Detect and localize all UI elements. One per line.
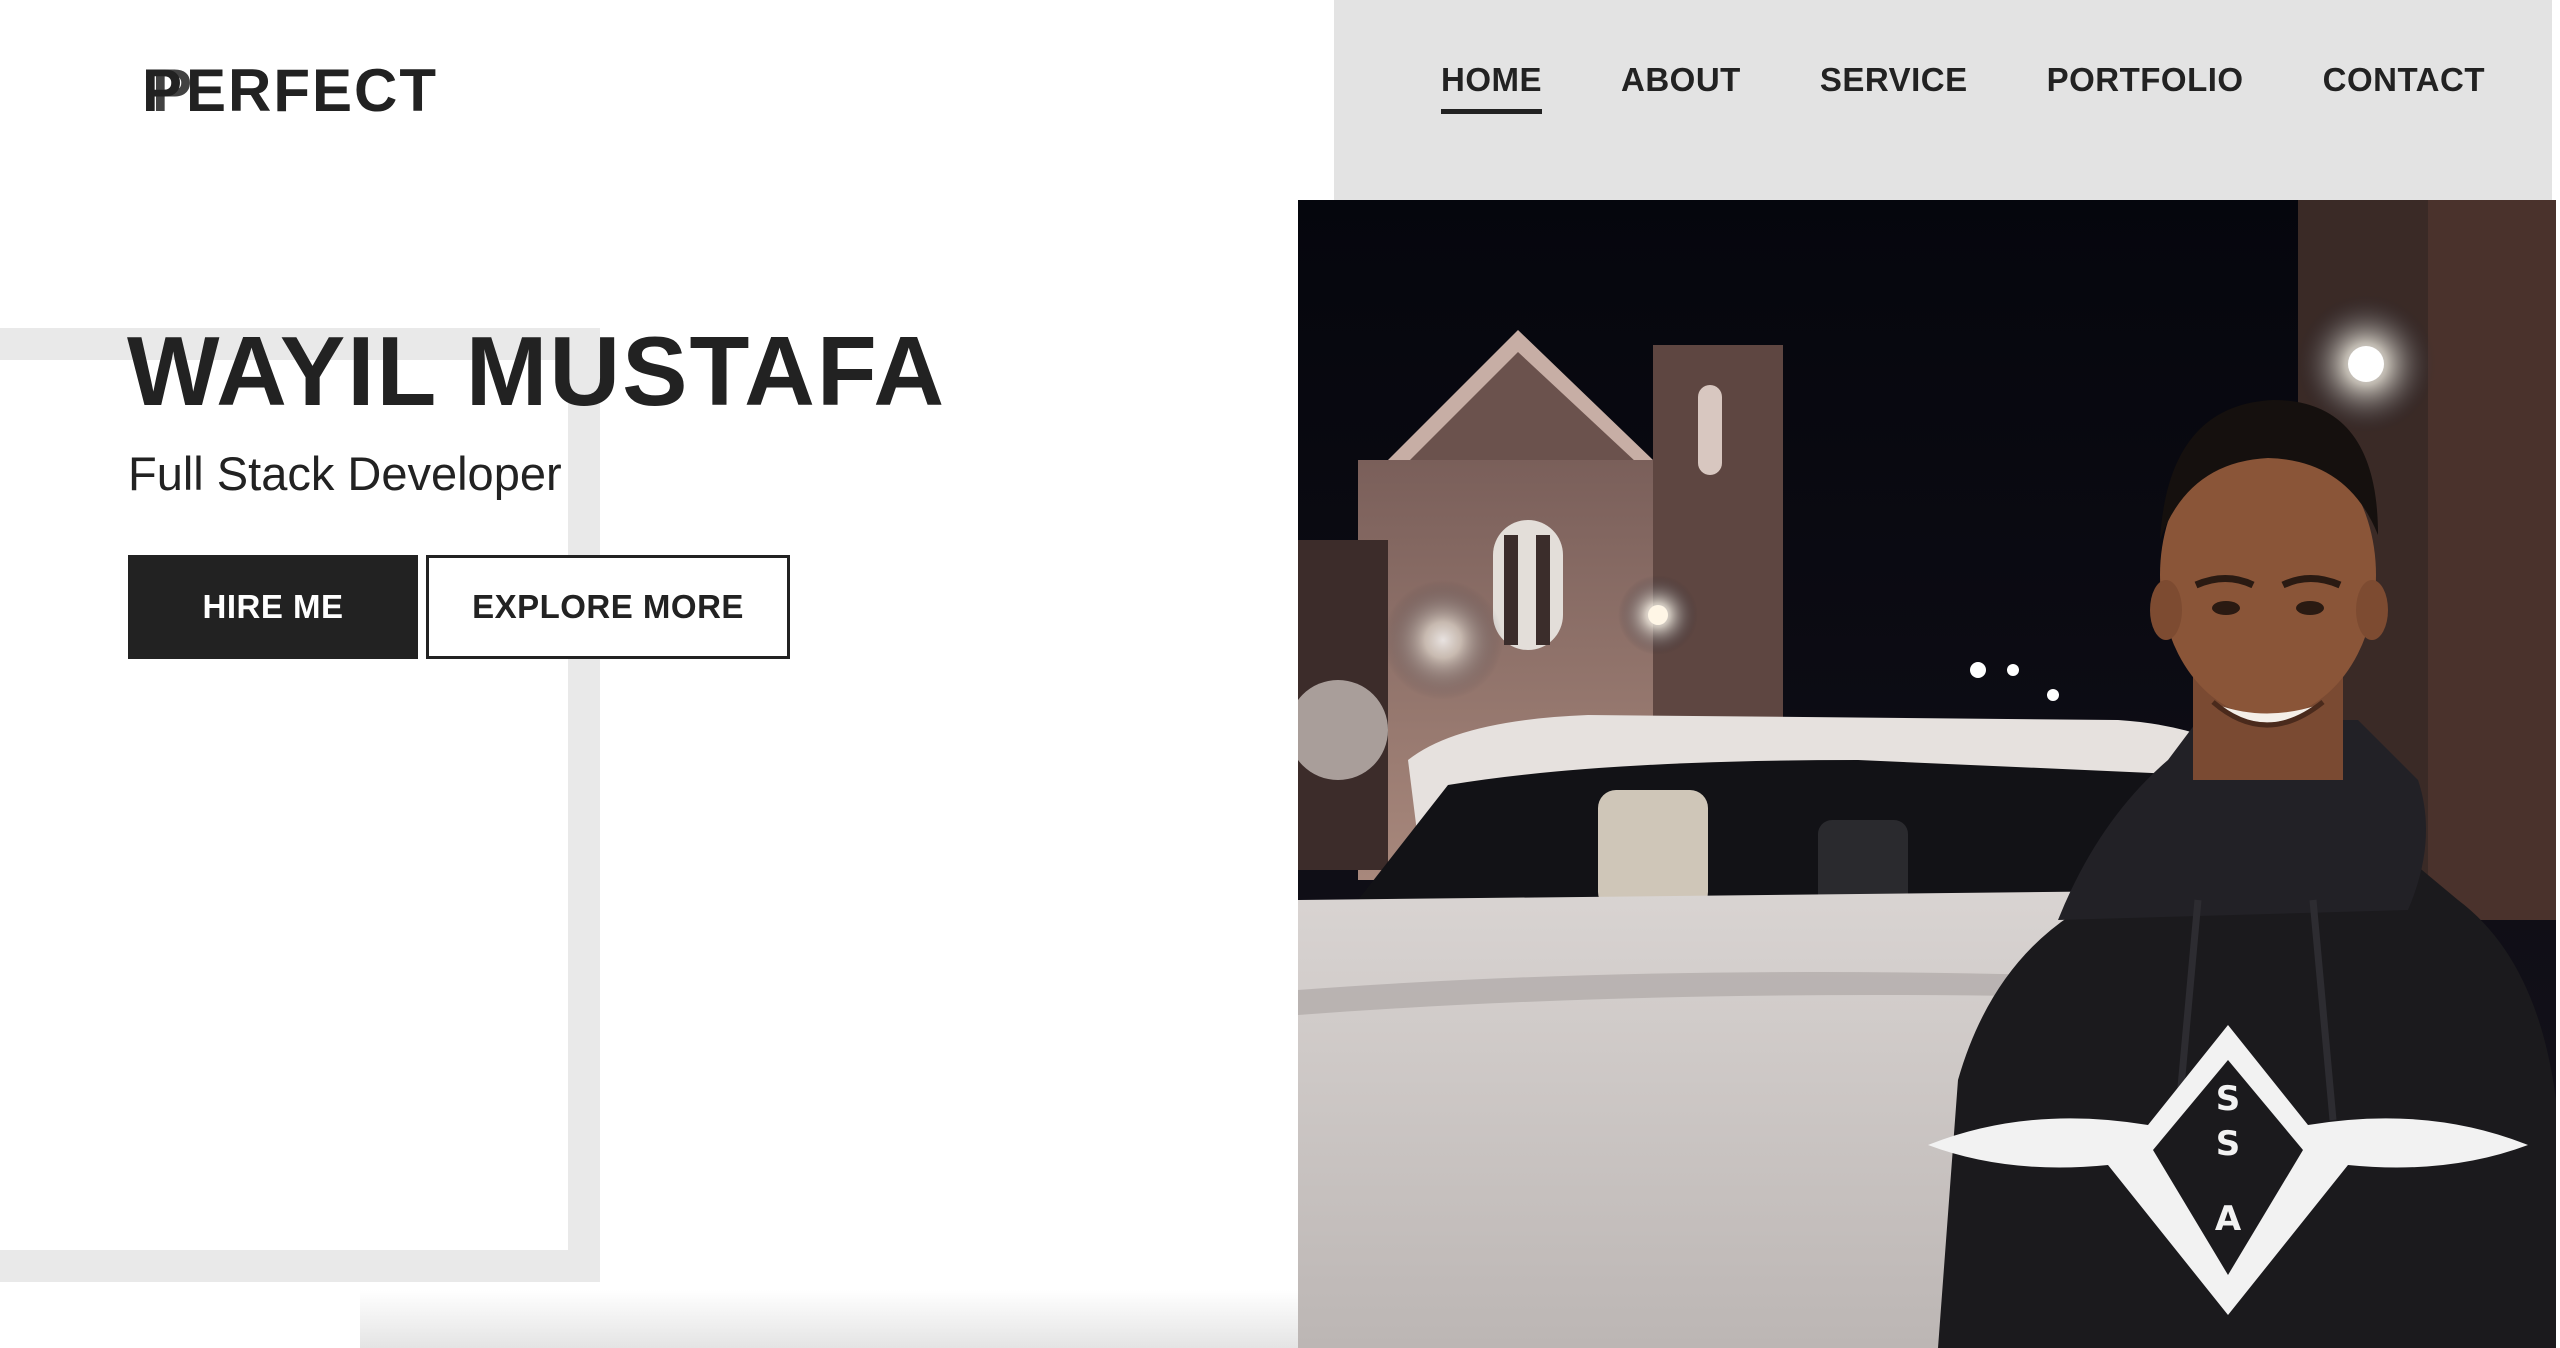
bottom-shadow xyxy=(360,1290,1360,1348)
svg-text:S: S xyxy=(2216,1079,2241,1119)
hire-me-button[interactable]: HIRE ME xyxy=(128,555,418,659)
svg-text:A: A xyxy=(2215,1199,2242,1239)
site-logo[interactable]: P P ERFECT xyxy=(142,58,438,124)
svg-text:S: S xyxy=(2216,1124,2241,1164)
nav-portfolio[interactable]: PORTFOLIO xyxy=(2047,60,2244,114)
nav-home[interactable]: HOME xyxy=(1441,60,1542,114)
hero-role: Full Stack Developer xyxy=(128,447,562,500)
logo-text: ERFECT xyxy=(186,57,438,124)
nav-service[interactable]: SERVICE xyxy=(1820,60,1968,114)
logo-mark-letter-overlay: P xyxy=(152,57,195,124)
hero-photo: S S A xyxy=(1298,200,2556,1348)
main-nav: HOME ABOUT SERVICE PORTFOLIO CONTACT xyxy=(1441,60,2485,130)
nav-about[interactable]: ABOUT xyxy=(1621,60,1741,114)
hero-name: WAYIL MUSTAFA xyxy=(127,316,947,426)
logo-mark-icon: P P xyxy=(142,61,192,121)
explore-more-button[interactable]: EXPLORE MORE xyxy=(426,555,790,659)
nav-contact[interactable]: CONTACT xyxy=(2323,60,2485,114)
